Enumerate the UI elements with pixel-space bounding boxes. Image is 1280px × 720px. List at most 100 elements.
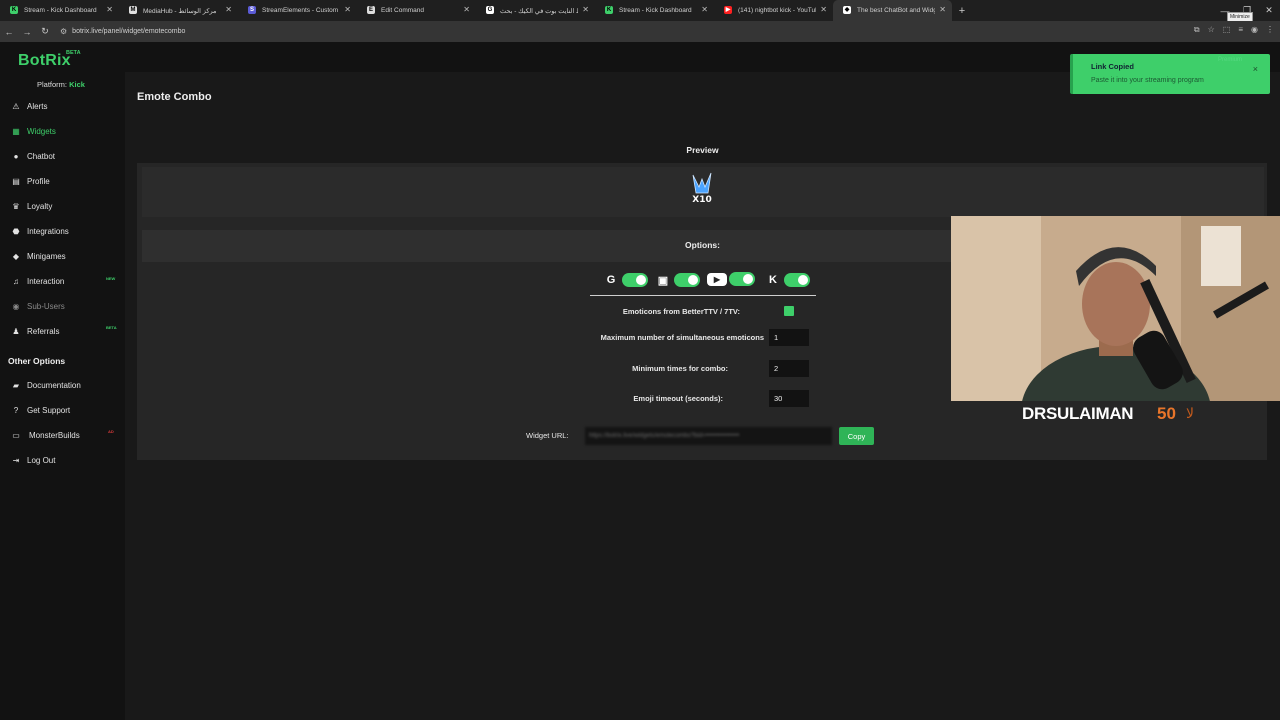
browser-tab[interactable]: K Stream - Kick Dashboard ✕ [595, 0, 714, 21]
site-info-icon[interactable]: ⚙ [60, 27, 67, 36]
tab-favicon: M [129, 6, 137, 14]
browser-tab[interactable]: M MediaHub - مركز الوسائط ✕ [119, 0, 238, 21]
monitor-icon: ▭ [12, 430, 20, 440]
kick-bot-toggle-group: G [602, 272, 648, 288]
sidebar-item-label: Log Out [27, 455, 56, 465]
emoji-timeout-label: Emoji timeout (seconds): [633, 394, 723, 403]
sidebar-item-loyalty[interactable]: ♛ Loyalty [10, 199, 52, 213]
forward-icon[interactable]: → [18, 27, 36, 37]
sidebar-item-referrals[interactable]: ♟ Referrals [10, 324, 59, 338]
sidebar-item-label: Interaction [27, 276, 65, 286]
twitch-toggle-group: ▣ [654, 272, 700, 288]
emoji-timeout-input[interactable]: 30 [769, 390, 809, 407]
bookmark-star-icon[interactable]: ☆ [1208, 25, 1215, 35]
sidebar-item-profile[interactable]: ▤ Profile [10, 174, 49, 188]
tab-favicon: K [605, 6, 613, 14]
browser-tab-active[interactable]: ◆ The best ChatBot and Widgets ✕ [833, 0, 952, 21]
emote-combo-preview: X10 [692, 172, 712, 205]
url-field[interactable]: ⚙ botrix.live/panel/widget/emotecombo [60, 27, 185, 36]
close-icon[interactable]: ✕ [820, 5, 827, 14]
alert-icon: ⚠ [12, 101, 20, 111]
sidebar-item-widgets[interactable]: ▦ Widgets [10, 124, 56, 138]
page-title: Emote Combo [137, 91, 212, 103]
new-tab-button[interactable]: + [952, 0, 972, 21]
min-combo-label: Minimum times for combo: [632, 364, 728, 373]
sidebar-item-chatbot[interactable]: ● Chatbot [10, 149, 55, 163]
widget-url-label: Widget URL: [526, 431, 569, 440]
translate-icon[interactable]: ⧉ [1194, 25, 1200, 35]
sidebar-item-sub-users[interactable]: ◉ Sub-Users [10, 299, 65, 313]
min-combo-input[interactable]: 2 [769, 360, 809, 377]
tab-title: Stream - Kick Dashboard [619, 7, 692, 14]
kick-toggle[interactable] [784, 273, 810, 287]
music-icon: ♫ [13, 276, 19, 286]
sidebar-item-interaction[interactable]: ♫ Interaction [10, 274, 64, 288]
widget-url-field[interactable]: https://botrix.live/widgets/emotecombo?b… [585, 427, 832, 445]
sidebar-item-monsterbuilds[interactable]: ▭ MonsterBuilds [10, 428, 79, 442]
question-icon: ? [13, 405, 19, 415]
reload-icon[interactable]: ↻ [36, 26, 54, 37]
logout-icon: ⇥ [12, 455, 20, 465]
sidebar-item-label: Sub-Users [27, 301, 65, 311]
sidebar-item-label: Minigames [27, 251, 66, 261]
close-icon[interactable]: ✕ [344, 5, 351, 14]
close-window-icon[interactable]: ✕ [1258, 0, 1280, 21]
bttv-emotes-label: Emoticons from BetterTTV / 7TV: [622, 307, 740, 316]
sidebar-item-get-support[interactable]: ? Get Support [10, 403, 70, 417]
youtube-toggle[interactable] [729, 272, 755, 286]
sidebar-item-log-out[interactable]: ⇥ Log Out [10, 453, 56, 467]
kick-bot-icon: G [606, 274, 616, 286]
options-heading: Options: [685, 240, 720, 250]
tab-title: MediaHub - مركز الوسائط [143, 7, 217, 15]
browser-tab[interactable]: ▶ (141) nightbot kick - YouTube ✕ [714, 0, 833, 21]
close-icon[interactable]: ✕ [225, 5, 232, 14]
sidebar-item-label: Referrals [27, 326, 60, 336]
youtube-icon: ▶ [707, 272, 727, 286]
close-icon[interactable]: ✕ [463, 5, 470, 14]
sidebar-item-label: Alerts [27, 101, 48, 111]
webcam-feed-image [951, 216, 1280, 401]
menu-icon[interactable]: ⋮ [1266, 25, 1274, 35]
tab-title: ربط النايت بوت في الكيك - بحث [500, 7, 578, 15]
sidebar-item-integrations[interactable]: ⬣ Integrations [10, 224, 69, 238]
link-copied-toast: Premium Link Copied Paste it into your s… [1070, 54, 1270, 94]
close-icon[interactable]: ✕ [106, 5, 113, 14]
tab-favicon: ▶ [724, 6, 732, 14]
tab-title: StreamElements - Custom comm [262, 7, 340, 14]
sidebar-item-documentation[interactable]: ▰ Documentation [10, 378, 81, 392]
close-icon[interactable]: × [1253, 64, 1258, 74]
media-icon[interactable]: ≡ [1238, 25, 1243, 35]
sidebar-item-minigames[interactable]: ◆ Minigames [10, 249, 66, 263]
sidebar-item-label: Chatbot [27, 151, 56, 161]
browser-tab[interactable]: G ربط النايت بوت في الكيك - بحث ✕ [476, 0, 595, 21]
kick-bot-toggle[interactable] [622, 273, 648, 287]
toast-message: Paste it into your streaming program [1091, 77, 1204, 84]
browser-tab[interactable]: E Edit Command ✕ [357, 0, 476, 21]
book-icon: ▰ [12, 380, 20, 390]
sidebar-item-alerts[interactable]: ⚠ Alerts [10, 99, 47, 113]
extensions-icon[interactable]: ⬚ [1223, 25, 1231, 35]
robot-icon: ● [13, 151, 19, 161]
other-options-heading: Other Options [8, 356, 66, 366]
close-icon[interactable]: ✕ [939, 5, 946, 14]
bttv-emotes-checkbox[interactable] [784, 306, 794, 316]
tab-favicon: S [248, 6, 256, 14]
close-icon[interactable]: ✕ [701, 5, 708, 14]
sidebar-item-label: Documentation [27, 380, 81, 390]
webcam-overlay [951, 216, 1280, 401]
close-icon[interactable]: ✕ [582, 5, 589, 14]
streamer-number-overlay: 50 [1157, 404, 1176, 423]
back-icon[interactable]: ← [0, 27, 18, 37]
copy-button[interactable]: Copy [839, 427, 874, 445]
max-emoticons-input[interactable]: 1 [769, 329, 809, 346]
twitch-toggle[interactable] [674, 273, 700, 287]
browser-tab[interactable]: K Stream - Kick Dashboard ✕ [0, 0, 119, 21]
new-badge: NEW [106, 276, 116, 281]
botrix-logo[interactable]: BotRix [18, 52, 71, 70]
profile-icon[interactable]: ◉ [1251, 25, 1258, 35]
max-emoticons-label: Maximum number of simultaneous emoticons [600, 333, 764, 342]
platform-label: Platform: [37, 80, 68, 89]
integrations-icon: ⬣ [12, 226, 20, 236]
users-icon: ♟ [12, 326, 20, 336]
browser-tab[interactable]: S StreamElements - Custom comm ✕ [238, 0, 357, 21]
